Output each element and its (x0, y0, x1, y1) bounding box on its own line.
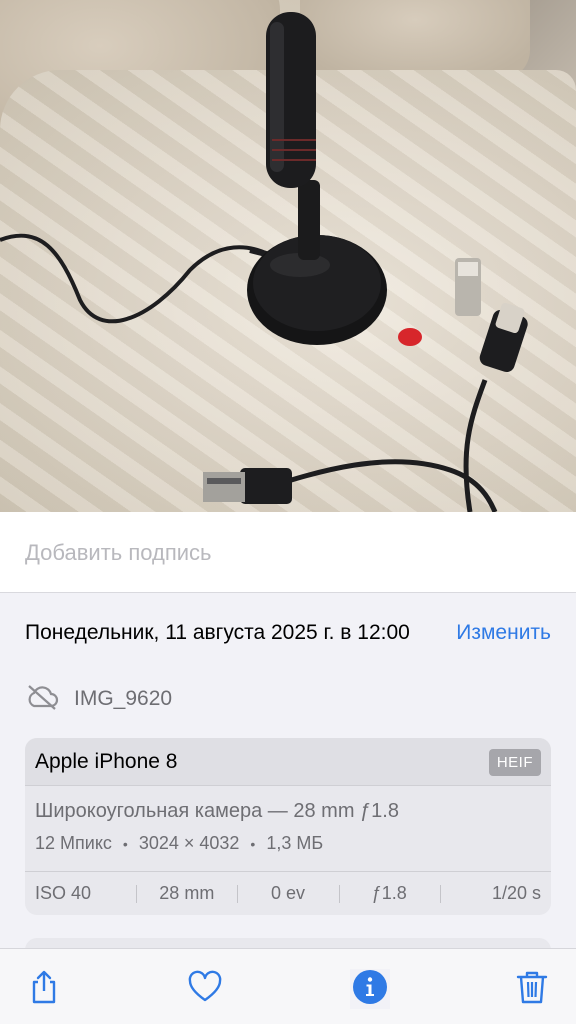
lens-info: Широкоугольная камера — 28 mm ƒ1.8 (35, 800, 399, 822)
info-button[interactable] (350, 969, 390, 1009)
caption-field[interactable]: Добавить подпись (0, 512, 576, 592)
camera-info-card: Apple iPhone 8 HEIF Широкоугольная камер… (25, 738, 551, 915)
resolution: 3024 × 4032 (138, 833, 240, 853)
exif-focal-length: 28 mm (136, 872, 237, 915)
heart-icon (187, 969, 223, 1010)
device-name: Apple iPhone 8 (35, 750, 178, 773)
format-badge: HEIF (488, 749, 541, 776)
image-specs: 12 Мпикс • 3024 × 4032 • 1,3 МБ (35, 833, 323, 854)
share-icon (26, 969, 62, 1010)
photo-view[interactable] (0, 0, 576, 512)
file-size: 1,3 МБ (266, 833, 324, 853)
share-button[interactable] (24, 969, 64, 1009)
exif-row: ISO 40 28 mm 0 ev ƒ1.8 1/20 s (25, 871, 551, 915)
edit-date-button[interactable]: Изменить (456, 618, 551, 648)
exif-shutter: 1/20 s (439, 872, 551, 915)
caption-placeholder: Добавить подпись (25, 540, 212, 565)
info-icon (352, 969, 388, 1010)
exif-exposure-value: 0 ev (237, 872, 338, 915)
exif-iso: ISO 40 (35, 883, 92, 903)
file-name: IMG_9620 (74, 687, 173, 710)
megapixels: 12 Мпикс (35, 833, 112, 853)
separator-dot: • (250, 835, 256, 852)
exif-aperture: ƒ1.8 (338, 872, 440, 915)
photo-date: Понедельник, 11 августа 2025 г. в 12:00 (25, 621, 410, 644)
info-panel: Понедельник, 11 августа 2025 г. в 12:00 … (0, 593, 576, 958)
bottom-toolbar (0, 948, 576, 1024)
separator-dot: • (122, 835, 128, 852)
photo-antenna (0, 12, 528, 512)
favorite-button[interactable] (185, 969, 225, 1009)
trash-icon (514, 969, 550, 1010)
cloud-slash-icon (25, 684, 59, 715)
file-row: IMG_9620 (25, 683, 172, 715)
camera-card-header: Apple iPhone 8 HEIF (25, 738, 551, 786)
delete-button[interactable] (512, 969, 552, 1009)
